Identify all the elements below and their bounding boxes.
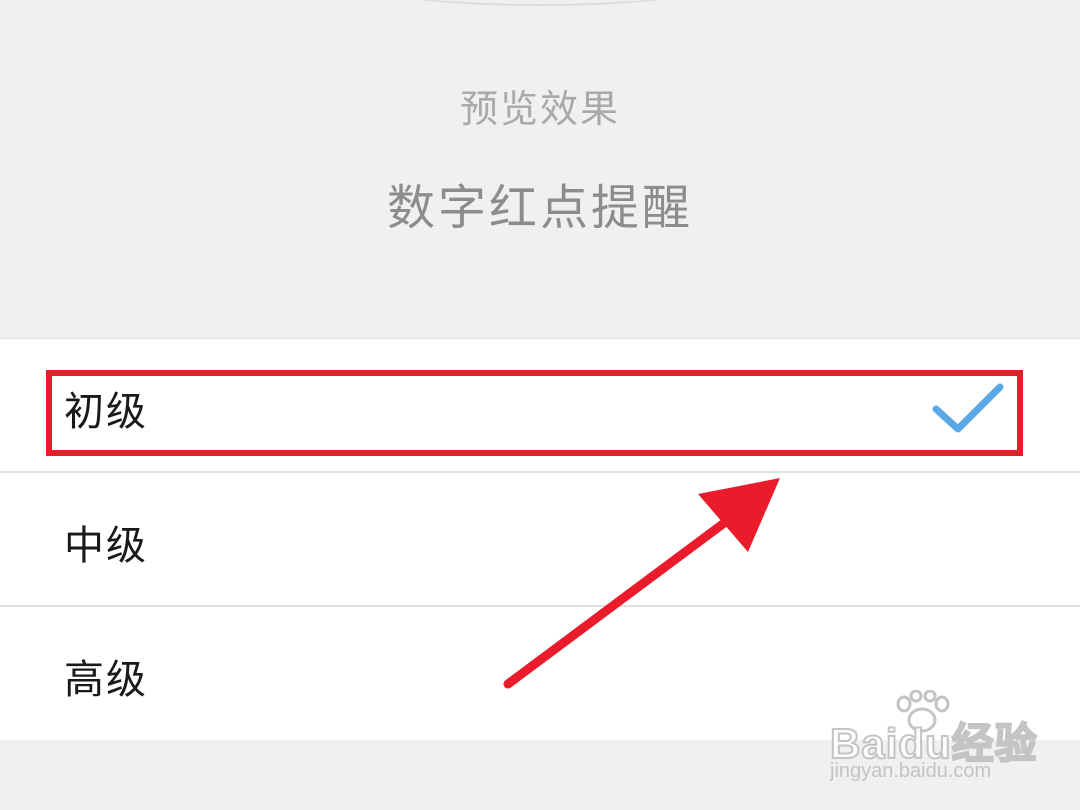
option-row-basic[interactable]: 初级 bbox=[0, 341, 1080, 473]
option-row-intermediate[interactable]: 中级 bbox=[0, 475, 1080, 607]
screen: 预览效果 数字红点提醒 初级 中级 高级 Baidu经验 jingyan.bai… bbox=[0, 0, 1080, 810]
option-label: 初级 bbox=[64, 389, 148, 435]
option-label: 高级 bbox=[64, 657, 148, 703]
row-divider bbox=[0, 471, 1080, 473]
checkmark-icon bbox=[932, 383, 1004, 433]
row-divider bbox=[0, 605, 1080, 607]
watermark: Baidu经验 jingyan.baidu.com bbox=[829, 690, 1050, 790]
preview-sample-text: 数字红点提醒 bbox=[386, 180, 693, 236]
sheet-handle bbox=[380, 0, 700, 6]
watermark-url: jingyan.baidu.com bbox=[830, 760, 992, 782]
option-label: 中级 bbox=[64, 523, 148, 569]
preview-label: 预览效果 bbox=[459, 87, 620, 131]
level-options-list: 初级 中级 高级 bbox=[0, 338, 1080, 741]
